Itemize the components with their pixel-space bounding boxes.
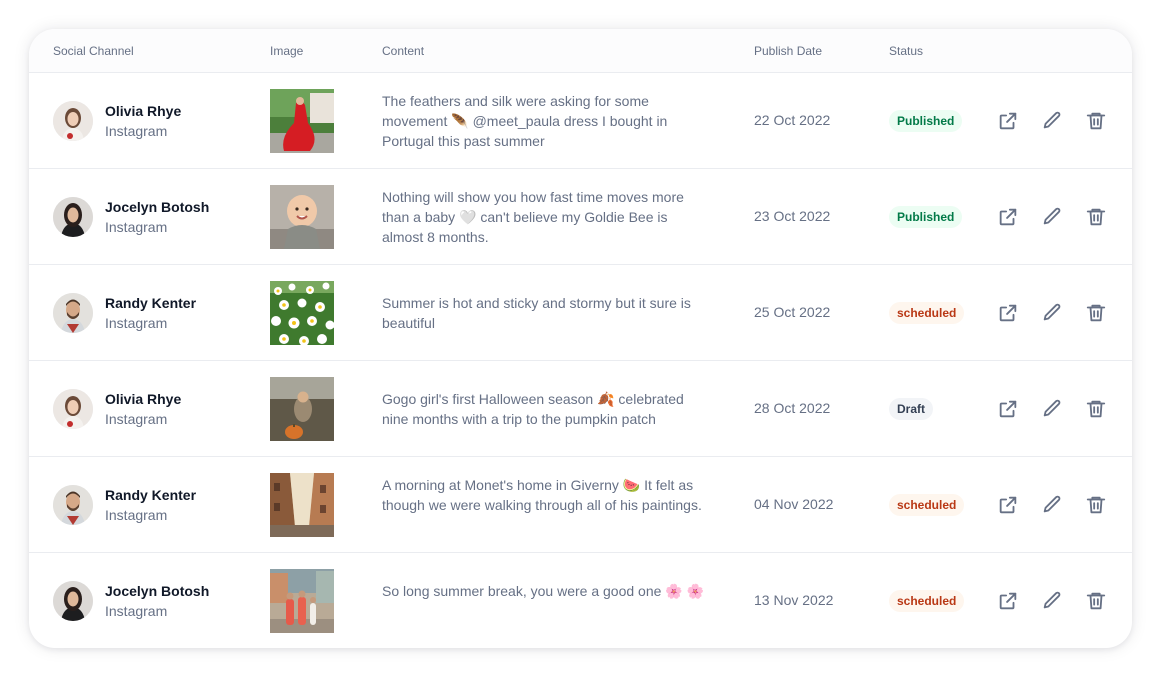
header-social-channel[interactable]: Social Channel xyxy=(53,44,134,58)
post-image[interactable] xyxy=(270,377,334,441)
channel-label: Instagram xyxy=(105,315,168,331)
edit-pencil-icon[interactable] xyxy=(1041,302,1063,324)
author-name: Randy Kenter xyxy=(105,295,197,311)
table-header: Social Channel Image Content Publish Dat… xyxy=(29,29,1132,73)
status-badge: scheduled xyxy=(889,302,965,324)
trash-icon[interactable] xyxy=(1085,110,1107,132)
external-link-icon[interactable] xyxy=(997,590,1019,612)
avatar xyxy=(53,581,93,621)
avatar xyxy=(53,389,93,429)
post-content: The feathers and silk were asking for so… xyxy=(382,93,668,149)
header-publish-date[interactable]: Publish Date xyxy=(754,44,822,58)
external-link-icon[interactable] xyxy=(997,110,1019,132)
status-badge: Published xyxy=(889,206,963,228)
avatar xyxy=(53,197,93,237)
channel-label: Instagram xyxy=(105,123,168,139)
table-row[interactable]: Olivia Rhye Instagram Gogo girl's first … xyxy=(29,361,1132,457)
posts-table: Social Channel Image Content Publish Dat… xyxy=(29,29,1132,648)
author-name: Randy Kenter xyxy=(105,487,197,503)
header-image: Image xyxy=(270,44,304,58)
publish-date: 04 Nov 2022 xyxy=(754,496,834,512)
post-content: So long summer break, you were a good on… xyxy=(382,583,705,599)
avatar xyxy=(53,101,93,141)
external-link-icon[interactable] xyxy=(997,398,1019,420)
author-name: Olivia Rhye xyxy=(105,391,182,407)
edit-pencil-icon[interactable] xyxy=(1041,494,1063,516)
post-content: Gogo girl's first Halloween season 🍂 cel… xyxy=(382,391,684,427)
publish-date: 25 Oct 2022 xyxy=(754,304,831,320)
table-row[interactable]: Randy Kenter Instagram A morning at Mone… xyxy=(29,457,1132,553)
edit-pencil-icon[interactable] xyxy=(1041,206,1063,228)
avatar xyxy=(53,293,93,333)
external-link-icon[interactable] xyxy=(997,494,1019,516)
avatar xyxy=(53,485,93,525)
external-link-icon[interactable] xyxy=(997,302,1019,324)
publish-date: 22 Oct 2022 xyxy=(754,112,831,128)
table-row[interactable]: Olivia Rhye Instagram The feathers and s… xyxy=(29,73,1132,169)
post-image[interactable] xyxy=(270,89,334,153)
status-badge: scheduled xyxy=(889,590,965,612)
author-name: Jocelyn Botosh xyxy=(105,199,210,215)
trash-icon[interactable] xyxy=(1085,590,1107,612)
trash-icon[interactable] xyxy=(1085,494,1107,516)
channel-label: Instagram xyxy=(105,219,168,235)
publish-date: 23 Oct 2022 xyxy=(754,208,831,224)
channel-label: Instagram xyxy=(105,507,168,523)
publish-date: 13 Nov 2022 xyxy=(754,592,834,608)
table-row[interactable]: Randy Kenter Instagram Summer is hot and… xyxy=(29,265,1132,361)
edit-pencil-icon[interactable] xyxy=(1041,590,1063,612)
post-image[interactable] xyxy=(270,281,334,345)
post-content: Nothing will show you how fast time move… xyxy=(382,189,684,245)
trash-icon[interactable] xyxy=(1085,206,1107,228)
author-name: Olivia Rhye xyxy=(105,103,182,119)
post-image[interactable] xyxy=(270,473,334,537)
post-image[interactable] xyxy=(270,569,334,633)
edit-pencil-icon[interactable] xyxy=(1041,398,1063,420)
channel-label: Instagram xyxy=(105,411,168,427)
external-link-icon[interactable] xyxy=(997,206,1019,228)
trash-icon[interactable] xyxy=(1085,398,1107,420)
trash-icon[interactable] xyxy=(1085,302,1107,324)
post-image[interactable] xyxy=(270,185,334,249)
publish-date: 28 Oct 2022 xyxy=(754,400,831,416)
status-badge: Draft xyxy=(889,398,934,420)
post-content: A morning at Monet's home in Giverny 🍉 I… xyxy=(382,477,702,513)
table-row[interactable]: Jocelyn Botosh Instagram Nothing will sh… xyxy=(29,169,1132,265)
edit-pencil-icon[interactable] xyxy=(1041,110,1063,132)
header-content[interactable]: Content xyxy=(382,44,424,58)
author-name: Jocelyn Botosh xyxy=(105,583,210,599)
channel-label: Instagram xyxy=(105,603,168,619)
status-badge: Published xyxy=(889,110,963,132)
table-row[interactable]: Jocelyn Botosh Instagram So long summer … xyxy=(29,553,1132,648)
post-content: Summer is hot and sticky and stormy but … xyxy=(382,295,691,331)
status-badge: scheduled xyxy=(889,494,965,516)
header-status[interactable]: Status xyxy=(889,44,923,58)
